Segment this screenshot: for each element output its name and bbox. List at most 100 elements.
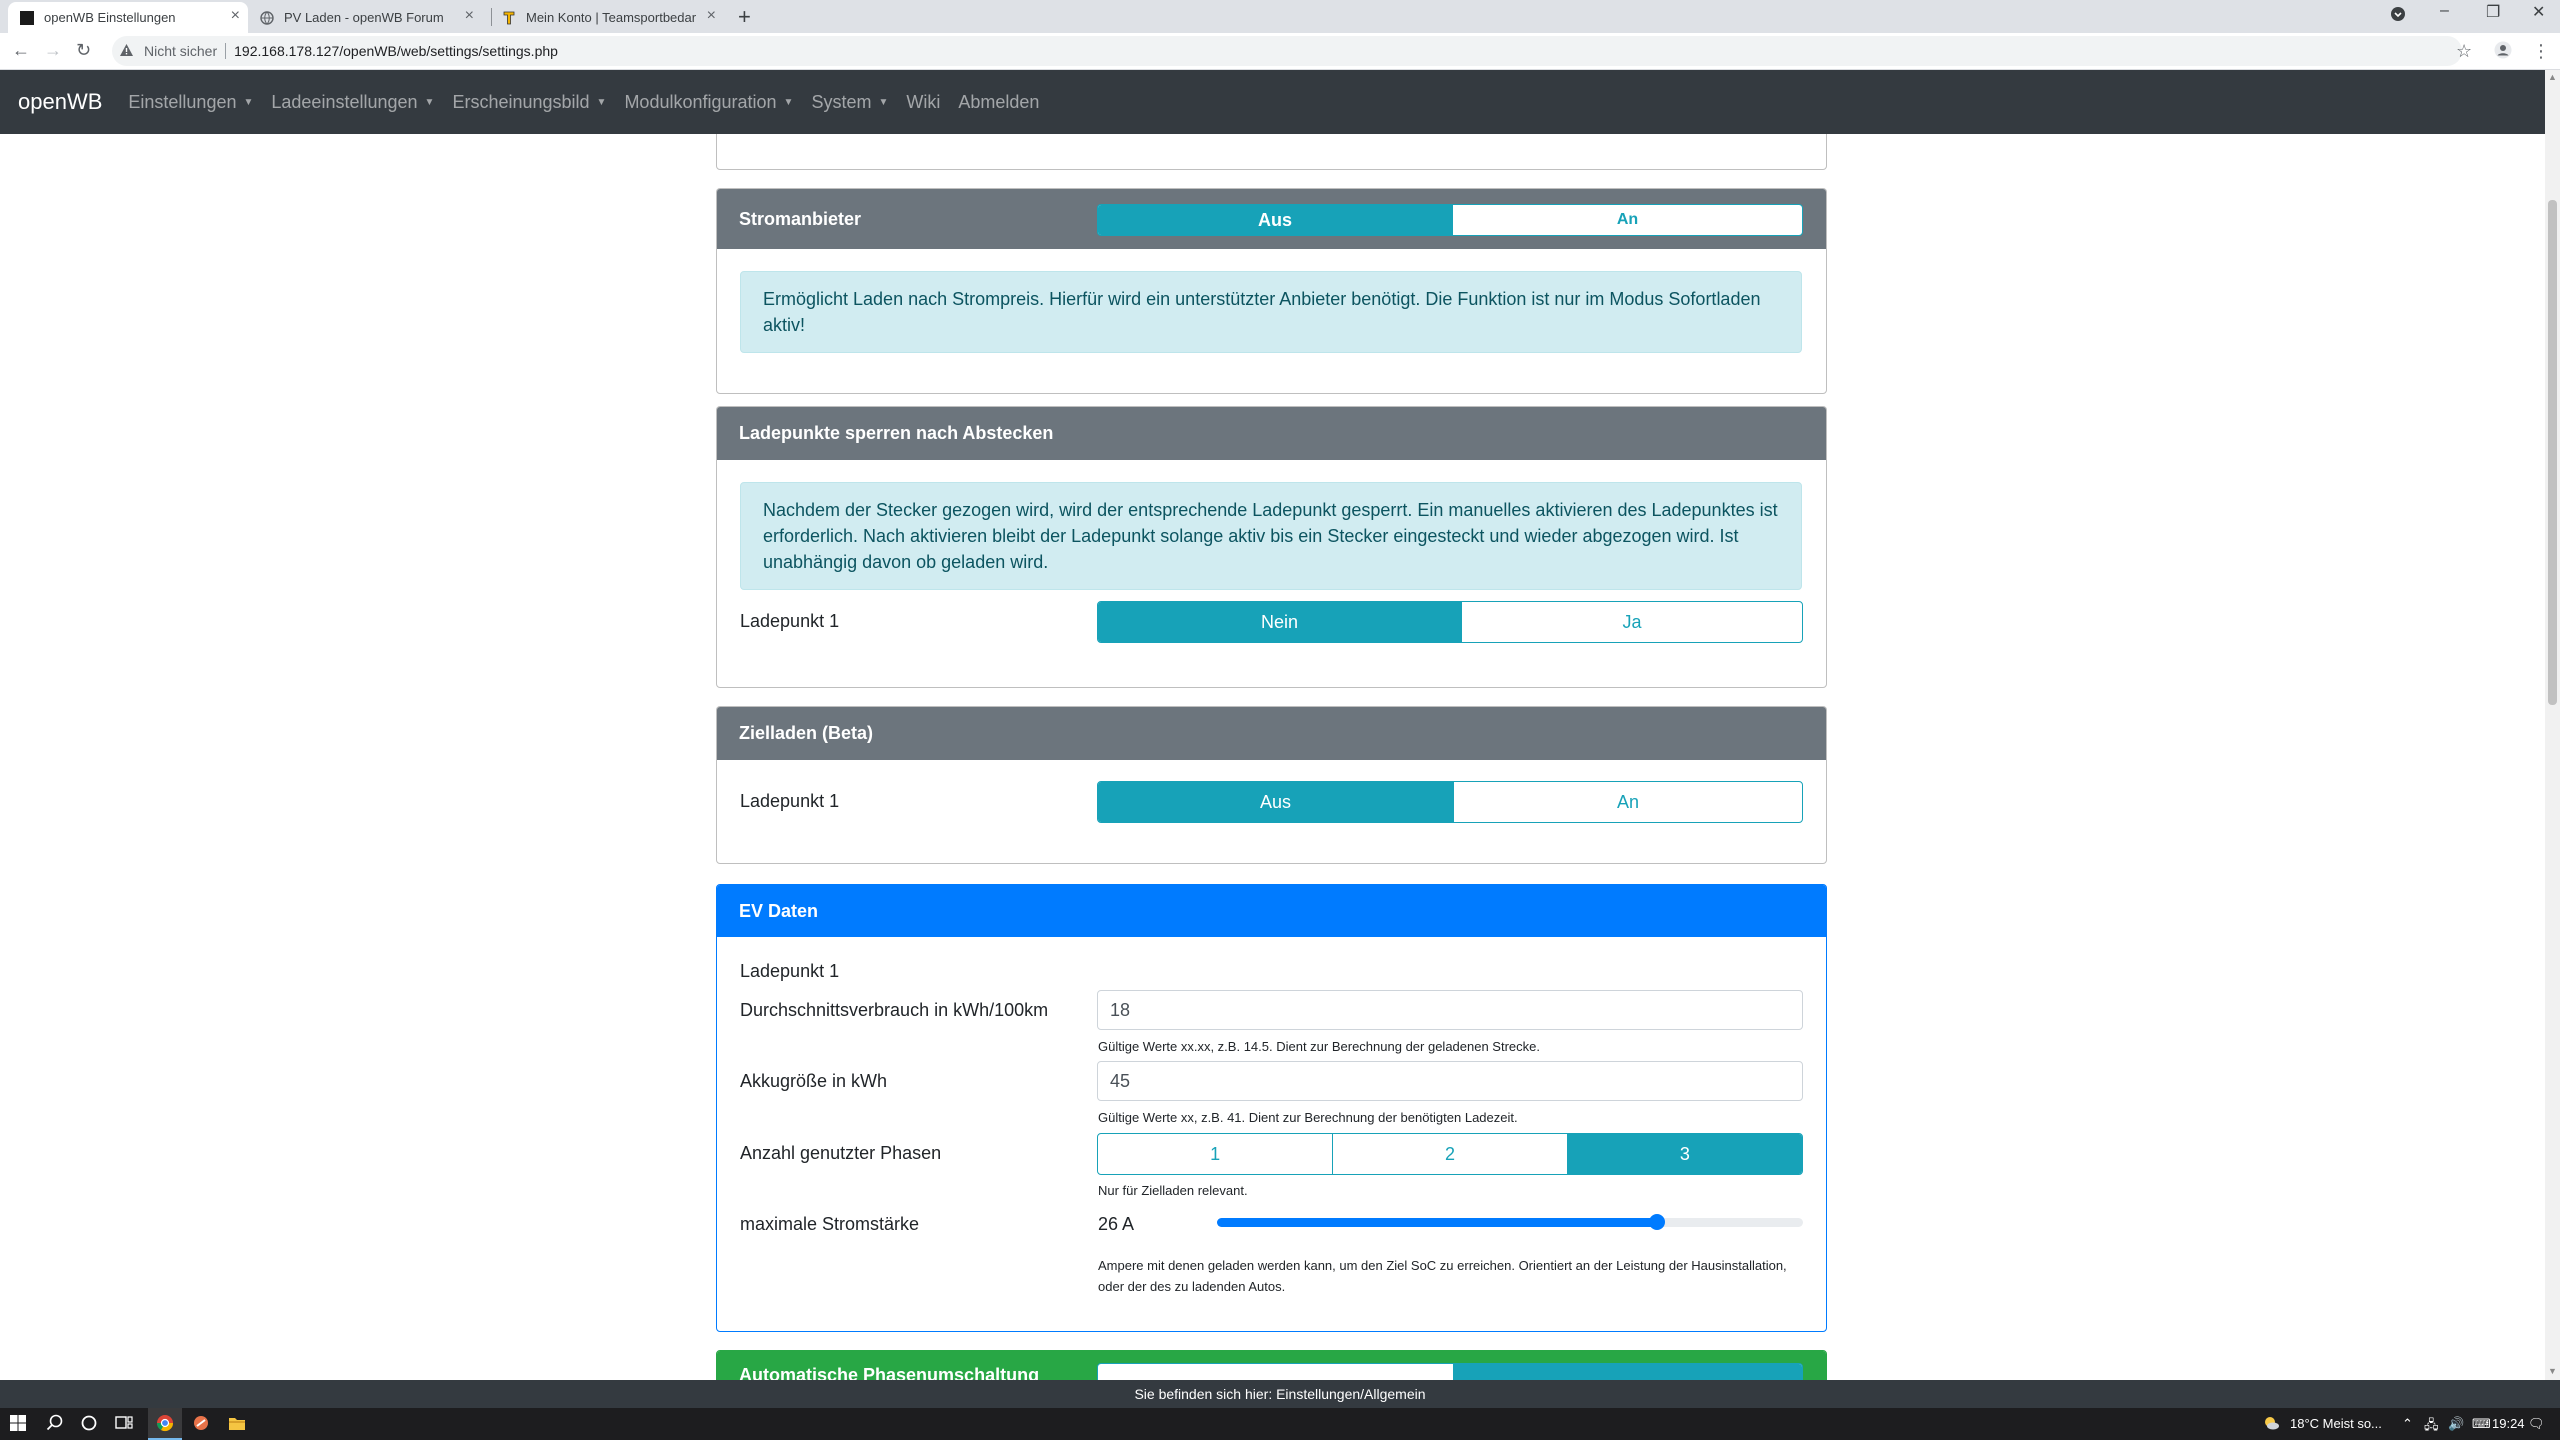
minimize-icon[interactable]: –	[2440, 2, 2449, 20]
card-phasenumschaltung: Automatische Phasenumschaltung	[716, 1350, 1827, 1380]
tab-separator	[491, 8, 492, 26]
close-tab-icon[interactable]: ×	[465, 7, 474, 25]
toggle-aus-button[interactable]: Aus	[1098, 782, 1453, 822]
card-ladepunkte-sperren: Ladepunkte sperren nach Abstecken Nachde…	[716, 406, 1827, 688]
toggle-ja-button[interactable]: Ja	[1460, 602, 1802, 642]
chevron-up-icon[interactable]: ⌃	[2402, 1416, 2413, 1432]
settings-content: Stromanbieter Aus An Ermöglicht Laden na…	[0, 134, 2545, 1380]
location-footer: Sie befinden sich hier: Einstellungen/Al…	[0, 1380, 2560, 1408]
page-viewport: openWB Einstellungen ▼ Ladeeinstellungen ▼…	[0, 70, 2545, 1380]
volume-icon[interactable]: 🔊	[2448, 1416, 2464, 1432]
url-text[interactable]: 192.168.178.127/openWB/web/settings/sett…	[234, 43, 558, 59]
phasen-selector: 1 2 3	[1097, 1133, 1803, 1175]
card-ev-daten: EV Daten Ladepunkt 1 Durchschnittsverbra…	[716, 884, 1827, 1332]
cortana-circle-icon[interactable]	[80, 1414, 98, 1437]
phase-1-button[interactable]: 1	[1098, 1134, 1332, 1174]
page-scrollbar[interactable]: ▲ ▼	[2545, 70, 2560, 1380]
tab-openwb-einstellungen[interactable]: openWB Einstellungen ×	[8, 2, 248, 33]
verbrauch-input[interactable]: 18	[1097, 990, 1803, 1030]
previous-card-bottom	[716, 134, 1827, 170]
nav-einstellungen[interactable]: Einstellungen ▼	[128, 92, 253, 113]
tab-mein-konto[interactable]: Mein Konto | Teamsportbedarf.de ×	[494, 2, 724, 33]
card-header: Automatische Phasenumschaltung	[717, 1351, 1826, 1380]
address-bar[interactable]: Nicht sicher 192.168.178.127/openWB/web/…	[112, 36, 2462, 66]
card-title: EV Daten	[717, 885, 1826, 937]
toggle-an-button[interactable]: An	[1452, 782, 1802, 822]
search-icon[interactable]	[46, 1414, 64, 1437]
card-title: Ladepunkte sperren nach Abstecken	[717, 407, 1826, 460]
card-title: Zielladen (Beta)	[717, 707, 1826, 760]
weather-icon[interactable]	[2262, 1414, 2280, 1435]
akku-hint: Gültige Werte xx, z.B. 41. Dient zur Ber…	[1098, 1110, 1518, 1125]
card-zielladen: Zielladen (Beta) Ladepunkt 1 Aus An	[716, 706, 1827, 864]
brand-logo[interactable]: openWB	[18, 89, 102, 115]
browser-tabstrip: openWB Einstellungen × PV Laden - openWB…	[0, 0, 2560, 33]
notification-icon[interactable]: 🗨	[2528, 1416, 2545, 1432]
toggle-off-button[interactable]	[1098, 1364, 1453, 1380]
toggle-nein-button[interactable]: Nein	[1098, 602, 1461, 642]
task-view-icon[interactable]	[115, 1414, 133, 1437]
close-tab-icon[interactable]: ×	[707, 7, 716, 25]
stromstaerke-hint: Ampere mit denen geladen werden kann, um…	[1098, 1258, 1787, 1294]
browser-menu-icon[interactable]: ⋮	[2532, 41, 2550, 62]
file-explorer-icon[interactable]	[228, 1415, 246, 1436]
tab-search-icon[interactable]	[2390, 6, 2406, 27]
scrollbar-thumb[interactable]	[2548, 200, 2557, 705]
nav-wiki[interactable]: Wiki	[906, 92, 940, 113]
openwb-favicon-icon	[20, 10, 34, 25]
ladepunkt-subtitle: Ladepunkt 1	[740, 961, 840, 981]
windows-start-icon[interactable]	[10, 1415, 26, 1436]
tab-title: Mein Konto | Teamsportbedarf.de	[526, 10, 696, 25]
close-window-icon[interactable]: ✕	[2532, 2, 2545, 22]
phasen-label: Anzahl genutzter Phasen	[740, 1143, 942, 1163]
zielladen-toggle: Aus An	[1097, 781, 1803, 823]
nav-modulkonfiguration[interactable]: Modulkonfiguration ▼	[624, 92, 793, 113]
language-icon[interactable]: ⌨	[2472, 1416, 2491, 1432]
scroll-up-icon[interactable]: ▲	[2548, 72, 2557, 82]
phase-2-button[interactable]: 2	[1332, 1134, 1566, 1174]
toggle-aus-button[interactable]: Aus	[1098, 205, 1452, 235]
nav-label: System	[811, 91, 872, 112]
scroll-down-icon[interactable]: ▼	[2548, 1366, 2557, 1376]
toggle-an-button[interactable]: An	[1452, 205, 1802, 235]
bookmark-star-icon[interactable]: ☆	[2456, 41, 2472, 62]
caret-down-icon: ▼	[596, 96, 607, 108]
phasenumschaltung-toggle	[1097, 1363, 1803, 1380]
phase-3-button[interactable]: 3	[1566, 1134, 1802, 1174]
toggle-on-button[interactable]	[1452, 1364, 1802, 1380]
nav-system[interactable]: System ▼	[811, 92, 888, 113]
app-taskbar-icon[interactable]	[192, 1414, 210, 1437]
teamsport-favicon-icon	[502, 11, 516, 25]
card-title: Automatische Phasenumschaltung	[739, 1365, 1040, 1380]
sperren-toggle: Nein Ja	[1097, 601, 1803, 643]
new-tab-plus-icon[interactable]: +	[738, 4, 751, 30]
globe-icon	[260, 10, 274, 25]
stromstaerke-label: maximale Stromstärke	[740, 1214, 920, 1234]
tab-pv-laden-forum[interactable]: PV Laden - openWB Forum ×	[252, 2, 482, 33]
forward-arrow-icon[interactable]: →	[44, 40, 62, 61]
windows-taskbar: 18°C Meist so... ⌃ 🖧 🔊 ⌨ 19:24 🗨	[0, 1408, 2560, 1440]
stromstaerke-slider-thumb[interactable]	[1648, 1214, 1665, 1230]
nav-label: Modulkonfiguration	[624, 91, 777, 112]
network-icon[interactable]: 🖧	[2424, 1416, 2439, 1438]
close-tab-icon[interactable]: ×	[231, 7, 240, 25]
security-label[interactable]: Nicht sicher	[144, 43, 217, 59]
stromanbieter-toggle: Aus An	[1097, 204, 1803, 236]
nav-ladeeinstellungen[interactable]: Ladeeinstellungen ▼	[271, 92, 434, 113]
phasen-hint: Nur für Zielladen relevant.	[1098, 1183, 1248, 1198]
nav-erscheinungsbild[interactable]: Erscheinungsbild ▼	[452, 92, 606, 113]
chrome-taskbar-icon[interactable]	[148, 1408, 182, 1440]
clock-time[interactable]: 19:24	[2492, 1416, 2525, 1431]
stromstaerke-value: 26 A	[1098, 1214, 1135, 1234]
verbrauch-label: Durchschnittsverbrauch in kWh/100km	[740, 1000, 1049, 1020]
maximize-icon[interactable]: ❐	[2486, 2, 2500, 22]
back-arrow-icon[interactable]: ←	[12, 40, 30, 61]
caret-down-icon: ▼	[243, 96, 254, 108]
tab-title: openWB Einstellungen	[44, 10, 176, 25]
nav-abmelden[interactable]: Abmelden	[958, 92, 1039, 113]
warning-triangle-icon[interactable]	[119, 43, 134, 60]
akku-input[interactable]: 45	[1097, 1061, 1803, 1101]
weather-text[interactable]: 18°C Meist so...	[2290, 1416, 2382, 1431]
reload-icon[interactable]: ↻	[76, 40, 91, 61]
profile-avatar-icon[interactable]	[2494, 41, 2512, 64]
